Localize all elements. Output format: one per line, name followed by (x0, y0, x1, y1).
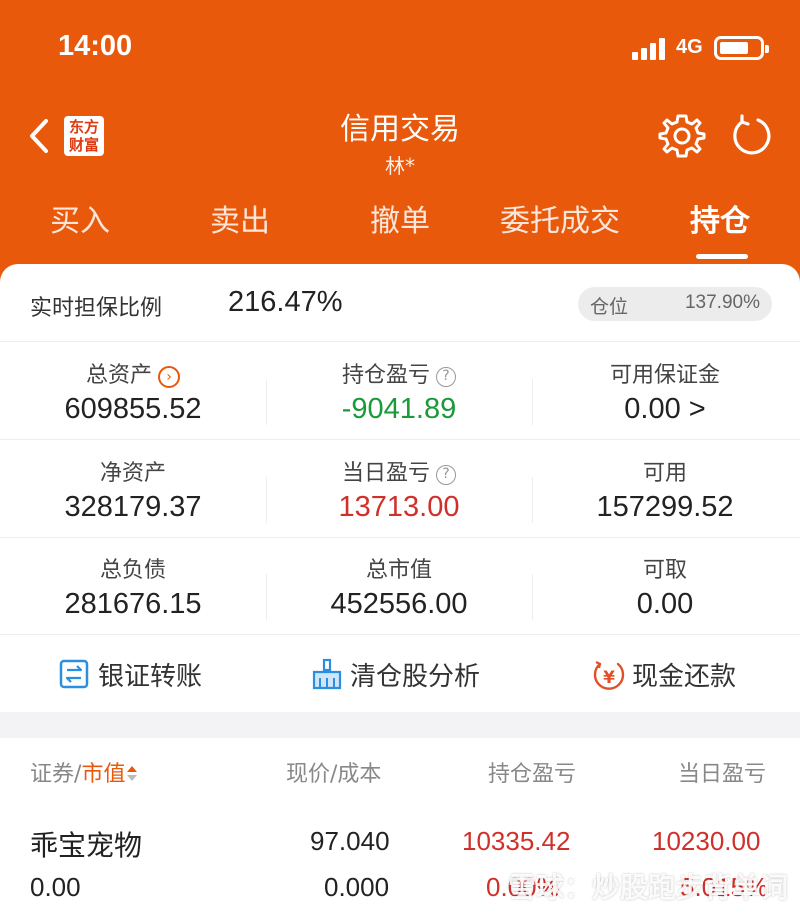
clearance-analysis-label: 清仓股分析 (350, 662, 481, 692)
status-bar: 14:00 4G (0, 0, 800, 96)
col-price-cost[interactable]: 现价/成本 (286, 756, 381, 788)
daily-pl-value: 13713.00 (338, 491, 460, 523)
arrow-circle-icon[interactable]: › (158, 366, 180, 388)
avail-margin-cell[interactable]: 可用保证金 0.00 > (532, 343, 798, 440)
net-assets-value: 328179.37 (64, 491, 202, 523)
trade-tabs: 买入 卖出 撤单 委托成交 持仓 (0, 196, 800, 256)
withdrawable-label: 可取 (642, 558, 687, 583)
net-assets-label: 净资产 (99, 461, 166, 486)
logo-line2: 财富 (68, 136, 99, 154)
col-security[interactable]: 证券/市值 (30, 756, 138, 788)
gear-icon[interactable] (658, 112, 706, 160)
current-price: 97.040 (310, 826, 390, 856)
help-icon[interactable]: ? (436, 367, 456, 387)
network-type: 4G (676, 36, 703, 58)
ratio-label: 实时担保比例 (30, 296, 163, 321)
available-label: 可用 (642, 461, 687, 486)
active-tab-indicator (696, 254, 748, 259)
tab-orders[interactable]: 委托成交 (480, 196, 640, 240)
section-divider (0, 712, 800, 738)
col-daily-pl[interactable]: 当日盈亏 (678, 756, 766, 788)
net-assets-cell: 净资产 328179.37 (0, 441, 266, 538)
position-value: 137.90% (684, 292, 760, 313)
logo-line1: 东方 (68, 118, 99, 136)
col-holding-pl[interactable]: 持仓盈亏 (488, 756, 576, 788)
yuan-icon: ¥ (593, 661, 625, 690)
summary-row-1: 总资产 › 609855.52 持仓盈亏? -9041.89 可用保证金 0.00… (0, 343, 800, 440)
available-value: 157299.52 (596, 491, 734, 523)
holding-pl-cell: 持仓盈亏? -9041.89 (266, 343, 532, 440)
holdings-table-header: 证券/市值 现价/成本 持仓盈亏 当日盈亏 (0, 738, 800, 802)
watermark-text: 雪球：炒股跑步背单词 (508, 871, 789, 904)
total-liab-label: 总负债 (99, 558, 166, 583)
market-value-label: 总市值 (365, 558, 432, 583)
security-market-value: 0.00 (30, 872, 81, 902)
battery-icon (714, 36, 769, 60)
status-time: 14:00 (58, 30, 133, 62)
ratio-value: 216.47% (228, 286, 343, 318)
summary-row-2: 净资产 328179.37 当日盈亏? 13713.00 可用 157299.5… (0, 441, 800, 538)
refresh-icon[interactable] (728, 112, 776, 160)
total-liab-cell: 总负债 281676.15 (0, 538, 266, 635)
total-assets-cell[interactable]: 总资产 › 609855.52 (0, 343, 266, 440)
available-cell: 可用 157299.52 (532, 441, 798, 538)
holding-pl-amount: 10335.42 (462, 826, 571, 856)
quick-actions: 银证转账 清仓股分析 ¥ 现金还款 (0, 636, 800, 712)
holding-pl-label: 持仓盈亏 (341, 363, 430, 388)
position-badge: 仓位 137.90% (578, 287, 772, 321)
logo: 东方 财富 (64, 116, 104, 156)
tab-positions[interactable]: 持仓 (640, 196, 800, 240)
withdrawable-value: 0.00 (636, 588, 694, 620)
bank-transfer-label: 银证转账 (98, 662, 203, 692)
avail-margin-value: 0.00 > (624, 393, 706, 425)
security-name: 乖宝宠物 (30, 829, 143, 862)
daily-pl-amount: 10230.00 (652, 826, 761, 856)
daily-pl-label: 当日盈亏 (341, 461, 430, 486)
tab-cancel[interactable]: 撤单 (320, 196, 480, 240)
position-label: 仓位 (590, 296, 629, 318)
withdrawable-cell: 可取 0.00 (532, 538, 798, 635)
col-market-value-label[interactable]: 市值 (81, 762, 125, 787)
broom-icon (312, 658, 342, 690)
sort-icon[interactable] (127, 765, 138, 783)
svg-text:¥: ¥ (603, 668, 615, 688)
help-icon[interactable]: ? (436, 465, 456, 485)
tab-sell[interactable]: 卖出 (160, 196, 320, 240)
transfer-icon (59, 659, 89, 689)
tab-buy[interactable]: 买入 (0, 196, 160, 240)
total-assets-label: 总资产 (85, 363, 152, 388)
cash-repay-label: 现金还款 (632, 662, 737, 692)
holding-pl-value: -9041.89 (341, 393, 457, 425)
avail-margin-label: 可用保证金 (609, 363, 720, 388)
signal-icon (632, 38, 668, 60)
total-liab-value: 281676.15 (64, 588, 202, 620)
daily-pl-cell: 当日盈亏? 13713.00 (266, 441, 532, 538)
total-assets-value: 609855.52 (64, 393, 202, 425)
market-value-cell: 总市值 452556.00 (266, 538, 532, 635)
market-value-value: 452556.00 (330, 588, 468, 620)
col-security-label: 证券 (30, 762, 75, 787)
cost-price: 0.000 (324, 872, 390, 902)
summary-row-3: 总负债 281676.15 总市值 452556.00 可取 0.00 (0, 538, 800, 635)
